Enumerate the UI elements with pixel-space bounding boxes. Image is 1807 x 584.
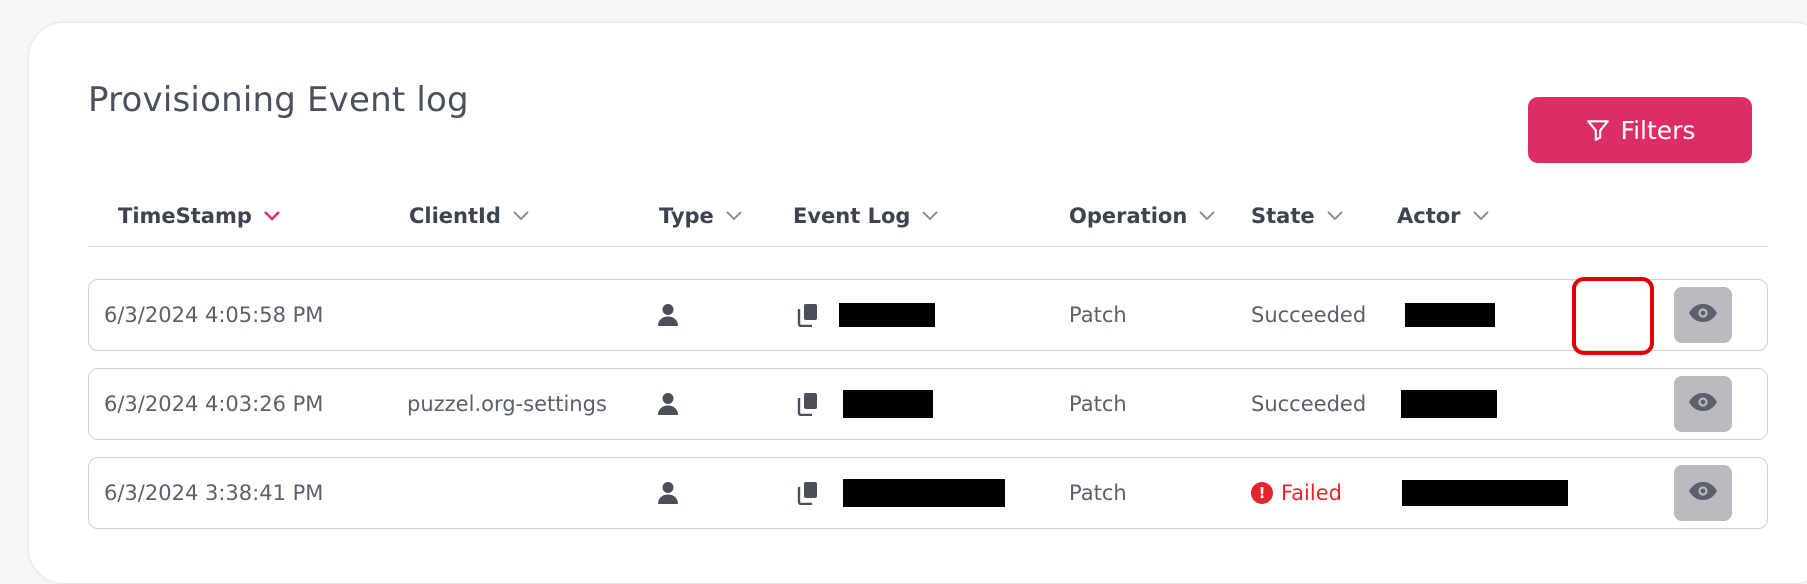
actor-value bbox=[1401, 369, 1497, 439]
chevron-down-icon bbox=[922, 211, 939, 221]
user-icon bbox=[657, 280, 679, 350]
column-header-operation[interactable]: Operation bbox=[1069, 204, 1215, 228]
timestamp-cell: 6/3/2024 4:05:58 PM bbox=[104, 303, 324, 327]
column-header-state[interactable]: State bbox=[1251, 204, 1343, 228]
column-header-actor[interactable]: Actor bbox=[1397, 204, 1489, 228]
copy-icon[interactable] bbox=[797, 369, 819, 439]
state-cell: Succeeded bbox=[1251, 303, 1367, 327]
redacted-block bbox=[1405, 303, 1495, 327]
page-title: Provisioning Event log bbox=[88, 80, 469, 120]
filter-icon bbox=[1585, 117, 1611, 143]
view-details-button[interactable] bbox=[1674, 287, 1732, 343]
actor-value bbox=[1402, 458, 1568, 528]
copy-icon[interactable] bbox=[797, 280, 819, 350]
user-icon bbox=[657, 369, 679, 439]
chevron-down-icon bbox=[264, 211, 280, 221]
state-cell: Succeeded bbox=[1251, 392, 1367, 416]
chevron-down-icon bbox=[513, 211, 529, 221]
table-row[interactable]: 6/3/2024 4:03:26 PM puzzel.org-settings … bbox=[88, 368, 1768, 440]
column-header-clientid[interactable]: ClientId bbox=[409, 204, 529, 228]
event-log-value bbox=[843, 369, 933, 439]
filters-button[interactable]: Filters bbox=[1528, 97, 1752, 163]
view-details-button[interactable] bbox=[1674, 465, 1732, 521]
chevron-down-icon bbox=[726, 211, 742, 221]
user-icon bbox=[657, 458, 679, 528]
eye-icon bbox=[1688, 481, 1718, 505]
alert-icon: ! bbox=[1251, 482, 1273, 504]
column-header-timestamp[interactable]: TimeStamp bbox=[118, 204, 280, 228]
table-row[interactable]: 6/3/2024 3:38:41 PM Patch ! Failed bbox=[88, 457, 1768, 529]
actor-value bbox=[1405, 280, 1495, 350]
highlight-box bbox=[1572, 277, 1654, 355]
timestamp-cell: 6/3/2024 4:03:26 PM bbox=[104, 392, 324, 416]
filters-button-label: Filters bbox=[1620, 115, 1696, 145]
operation-cell: Patch bbox=[1069, 481, 1127, 505]
event-log-value bbox=[839, 280, 935, 350]
clientid-cell: puzzel.org-settings bbox=[407, 392, 607, 416]
redacted-block bbox=[843, 479, 1005, 507]
copy-icon[interactable] bbox=[797, 458, 819, 528]
table-header: TimeStamp ClientId Type Event Log Operat… bbox=[88, 194, 1768, 247]
redacted-block bbox=[839, 303, 935, 327]
redacted-block bbox=[1401, 390, 1497, 418]
state-cell: ! Failed bbox=[1251, 458, 1342, 528]
column-header-type[interactable]: Type bbox=[659, 204, 742, 228]
chevron-down-icon bbox=[1199, 211, 1215, 221]
view-details-button[interactable] bbox=[1674, 376, 1732, 432]
redacted-block bbox=[843, 390, 933, 418]
operation-cell: Patch bbox=[1069, 303, 1127, 327]
table-row[interactable]: 6/3/2024 4:05:58 PM Patch Succeeded bbox=[88, 279, 1768, 351]
chevron-down-icon bbox=[1326, 211, 1343, 221]
eye-icon bbox=[1688, 392, 1718, 416]
operation-cell: Patch bbox=[1069, 392, 1127, 416]
chevron-down-icon bbox=[1472, 211, 1489, 221]
column-header-event-log[interactable]: Event Log bbox=[793, 204, 939, 228]
redacted-block bbox=[1402, 480, 1568, 506]
timestamp-cell: 6/3/2024 3:38:41 PM bbox=[104, 481, 324, 505]
event-log-value bbox=[843, 458, 1005, 528]
failed-status: ! Failed bbox=[1251, 481, 1342, 505]
eye-icon bbox=[1688, 303, 1718, 327]
